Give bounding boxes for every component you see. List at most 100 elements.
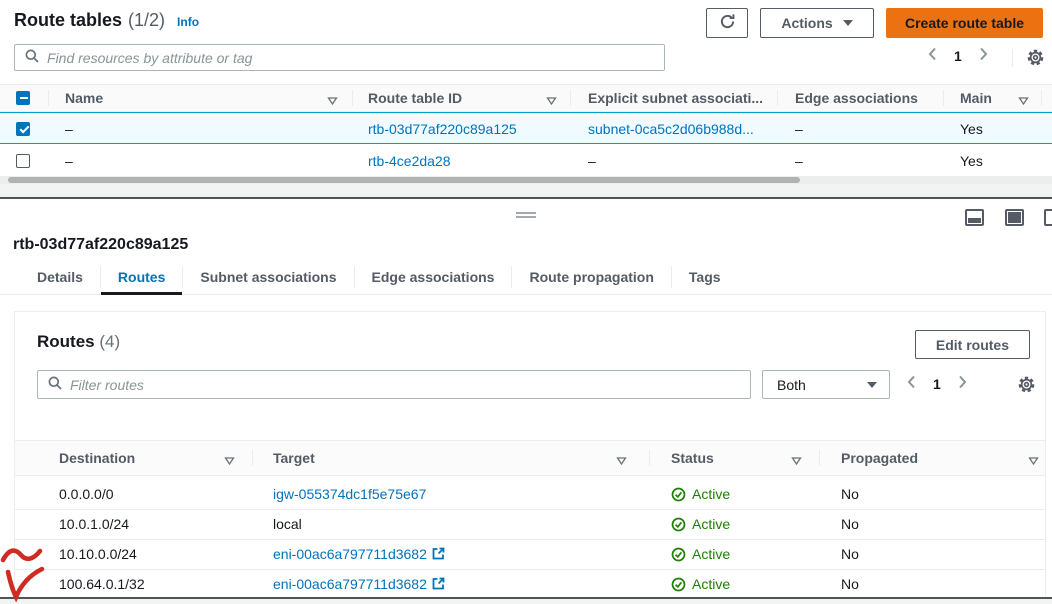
table-row[interactable]: – rtb-4ce2da28 – – Yes bbox=[0, 145, 1052, 177]
cell-edge: – bbox=[795, 113, 803, 145]
edit-routes-button[interactable]: Edit routes bbox=[915, 330, 1030, 359]
divider bbox=[943, 90, 944, 106]
divider bbox=[1012, 49, 1013, 67]
panel-layout-full-icon[interactable] bbox=[1005, 209, 1024, 226]
selection-count: (1/2) bbox=[128, 10, 165, 31]
split-panel: rtb-03d77af220c89a125 Details Routes Sub… bbox=[0, 199, 1052, 604]
route-table-id-link[interactable]: rtb-4ce2da28 bbox=[368, 145, 451, 177]
actions-button[interactable]: Actions bbox=[760, 8, 874, 38]
chevron-right-icon[interactable] bbox=[979, 47, 988, 64]
actions-button-label: Actions bbox=[781, 15, 832, 31]
row-checkbox-checked[interactable] bbox=[16, 122, 30, 136]
select-all-checkbox[interactable] bbox=[16, 91, 30, 105]
target-link[interactable]: igw-055374dc1f5e75e67 bbox=[273, 480, 426, 509]
refresh-button[interactable] bbox=[706, 8, 748, 38]
route-row[interactable]: 0.0.0.0/0 igw-055374dc1f5e75e67 Active N… bbox=[15, 480, 1045, 510]
cell-propagated: No bbox=[841, 480, 859, 509]
sort-icon[interactable] bbox=[791, 453, 802, 469]
routes-pagination: 1 bbox=[907, 375, 967, 392]
status-active-icon bbox=[671, 487, 686, 502]
status-badge: Active bbox=[671, 540, 730, 569]
column-header-status[interactable]: Status bbox=[671, 441, 714, 475]
chevron-left-icon[interactable] bbox=[907, 375, 916, 392]
divider bbox=[570, 90, 571, 106]
divider bbox=[819, 450, 820, 466]
sort-icon[interactable] bbox=[1028, 453, 1039, 469]
route-table-id-link[interactable]: rtb-03d77af220c89a125 bbox=[368, 113, 517, 145]
divider bbox=[48, 90, 49, 106]
panel-layout-side-icon[interactable] bbox=[1044, 209, 1052, 226]
sort-icon[interactable] bbox=[616, 453, 627, 469]
divider bbox=[352, 90, 353, 106]
sort-icon[interactable] bbox=[1018, 93, 1029, 109]
routes-table-header: Destination Target Status Propagated bbox=[15, 440, 1045, 476]
column-header-explicit-subnet[interactable]: Explicit subnet associati... bbox=[588, 85, 763, 111]
routes-heading: Routes (4) bbox=[37, 332, 120, 352]
settings-gear-icon[interactable] bbox=[1026, 48, 1045, 70]
vpc-route-tables-page: Route tables (1/2) Info Actions Create r… bbox=[0, 0, 1052, 604]
edit-routes-label: Edit routes bbox=[936, 337, 1009, 353]
column-header-destination[interactable]: Destination bbox=[59, 441, 135, 475]
chevron-right-icon[interactable] bbox=[958, 375, 967, 392]
status-badge: Active bbox=[671, 510, 730, 539]
subnet-association-link[interactable]: subnet-0ca5c2d06b988d... bbox=[588, 113, 754, 145]
status-label: Active bbox=[692, 540, 730, 569]
cell-propagated: No bbox=[841, 510, 859, 539]
sort-icon[interactable] bbox=[327, 93, 338, 109]
page-number[interactable]: 1 bbox=[933, 376, 941, 392]
sort-icon[interactable] bbox=[224, 453, 235, 469]
scrollbar-thumb[interactable] bbox=[8, 177, 800, 183]
column-header-name[interactable]: Name bbox=[65, 85, 103, 111]
row-checkbox-unchecked[interactable] bbox=[16, 154, 30, 168]
info-link[interactable]: Info bbox=[177, 15, 199, 29]
table-row[interactable]: – rtb-03d77af220c89a125 subnet-0ca5c2d06… bbox=[0, 112, 1052, 144]
tab-bar: Details Routes Subnet associations Edge … bbox=[0, 260, 1052, 295]
status-label: Active bbox=[692, 480, 730, 509]
target-link[interactable]: eni-00ac6a797711d3682 bbox=[273, 570, 445, 600]
column-header-main[interactable]: Main bbox=[960, 85, 992, 111]
background-gap bbox=[0, 184, 1052, 197]
create-route-table-button[interactable]: Create route table bbox=[886, 8, 1043, 38]
target-link[interactable]: eni-00ac6a797711d3682 bbox=[273, 540, 445, 570]
column-header-propagated[interactable]: Propagated bbox=[841, 441, 918, 475]
tab-details[interactable]: Details bbox=[20, 260, 100, 294]
filter-routes-input[interactable]: Filter routes bbox=[37, 370, 751, 399]
cell-main: Yes bbox=[960, 113, 983, 145]
panel-layout-bottom-icon[interactable] bbox=[965, 209, 984, 226]
background-gap bbox=[0, 599, 1052, 604]
divider bbox=[1041, 90, 1042, 106]
column-header-edge-associations[interactable]: Edge associations bbox=[795, 85, 918, 111]
tab-subnet-associations[interactable]: Subnet associations bbox=[183, 260, 353, 294]
cell-propagated: No bbox=[841, 570, 859, 599]
filter-placeholder: Filter routes bbox=[70, 377, 144, 393]
caret-down-icon bbox=[843, 20, 853, 26]
caret-down-icon bbox=[867, 382, 877, 388]
search-input[interactable]: Find resources by attribute or tag bbox=[14, 44, 665, 71]
refresh-icon bbox=[719, 13, 736, 33]
divider bbox=[252, 450, 253, 466]
divider bbox=[777, 90, 778, 106]
route-filter-dropdown[interactable]: Both bbox=[762, 370, 890, 399]
route-row[interactable]: 100.64.0.1/32 eni-00ac6a797711d3682 Acti… bbox=[15, 570, 1045, 600]
route-row[interactable]: 10.0.1.0/24 local Active No bbox=[15, 510, 1045, 540]
drag-handle-icon[interactable] bbox=[516, 212, 536, 220]
status-active-icon bbox=[671, 547, 686, 562]
tab-routes[interactable]: Routes bbox=[101, 260, 182, 294]
panel-title: rtb-03d77af220c89a125 bbox=[13, 236, 188, 254]
page-number[interactable]: 1 bbox=[954, 48, 962, 64]
route-row[interactable]: 10.10.0.0/24 eni-00ac6a797711d3682 Activ… bbox=[15, 540, 1045, 570]
tab-route-propagation[interactable]: Route propagation bbox=[512, 260, 670, 294]
cell-destination: 0.0.0.0/0 bbox=[59, 480, 114, 509]
tab-tags[interactable]: Tags bbox=[672, 260, 738, 294]
tab-edge-associations[interactable]: Edge associations bbox=[355, 260, 512, 294]
status-active-icon bbox=[671, 517, 686, 532]
settings-gear-icon[interactable] bbox=[1017, 375, 1036, 397]
column-header-route-table-id[interactable]: Route table ID bbox=[368, 85, 462, 111]
search-icon bbox=[25, 49, 39, 66]
sort-icon[interactable] bbox=[546, 93, 557, 109]
chevron-left-icon[interactable] bbox=[928, 47, 937, 64]
external-link-icon bbox=[432, 547, 445, 563]
divider bbox=[649, 450, 650, 466]
search-icon bbox=[48, 376, 62, 393]
column-header-target[interactable]: Target bbox=[273, 441, 315, 475]
